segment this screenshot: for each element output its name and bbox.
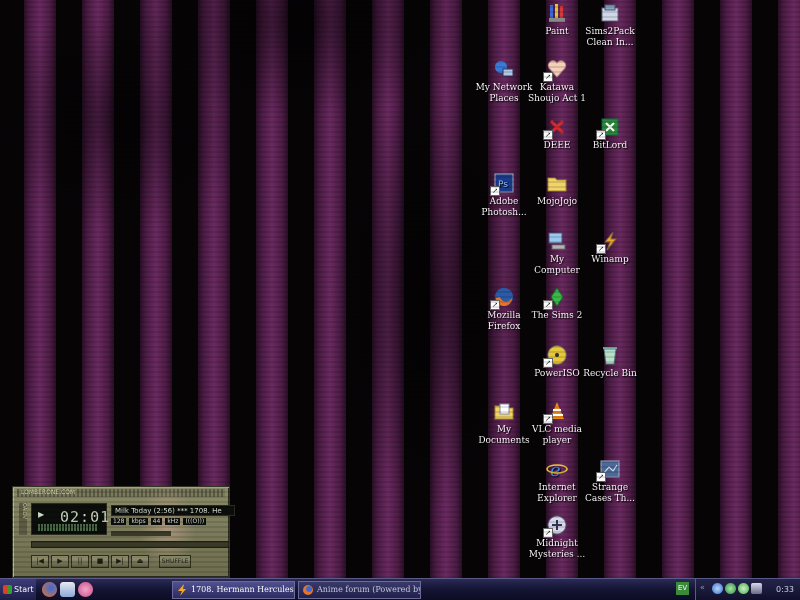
internet-explorer-icon: e bbox=[546, 458, 568, 480]
firefox-icon bbox=[303, 585, 313, 595]
desktop-icon-sims2pack[interactable]: Sims2Pack Clean In... bbox=[577, 2, 643, 49]
desktop-icon-recycle-bin[interactable]: Recycle Bin bbox=[577, 344, 643, 380]
desktop-icon-bitlord[interactable]: ↗ BitLord bbox=[577, 116, 643, 152]
winamp-song-title[interactable]: Milk Today (2:56) *** 1708. He bbox=[111, 505, 235, 516]
desktop-icon-label: Winamp bbox=[591, 255, 629, 265]
taskbar-button-firefox[interactable]: Anime forum (Powered by ... bbox=[298, 581, 421, 599]
bitlord-icon: ↗ bbox=[596, 116, 621, 140]
disc-icon: ↗ bbox=[543, 344, 568, 368]
shortcut-arrow-icon: ↗ bbox=[543, 528, 553, 538]
firefox-icon: ↗ bbox=[490, 286, 515, 310]
tray-network-icon[interactable] bbox=[712, 583, 723, 594]
shortcut-arrow-icon: ↗ bbox=[596, 244, 606, 254]
desktop-wallpaper[interactable]: My Network Places Ps ↗ Adobe Photosh... … bbox=[0, 0, 800, 578]
bitrate-value: 128 bbox=[111, 518, 127, 525]
tray-messenger-icon[interactable] bbox=[725, 583, 736, 594]
system-tray: « 0:33 bbox=[695, 579, 800, 600]
midnight-mysteries-icon: ↗ bbox=[543, 514, 568, 538]
desktop-icon-label: VLC media player bbox=[531, 425, 583, 446]
play-state-icon: ▶ bbox=[38, 510, 45, 519]
shortcut-arrow-icon: ↗ bbox=[543, 414, 553, 424]
desktop-icon-label: BitLord bbox=[592, 141, 628, 151]
pause-button[interactable]: || bbox=[71, 555, 89, 568]
sims-plumbob-icon: ↗ bbox=[543, 286, 568, 310]
start-button[interactable]: Start bbox=[0, 579, 36, 600]
windows-flag-icon bbox=[3, 585, 12, 594]
winamp-player-window[interactable]: LOMBERONE.COM OAIDV ▶ 02:01 Milk Today (… bbox=[12, 486, 235, 578]
quicklaunch-itunes-icon[interactable] bbox=[60, 582, 75, 597]
svg-text:e: e bbox=[550, 460, 561, 480]
desktop-icon-label: Sims2Pack Clean In... bbox=[585, 27, 635, 48]
winamp-side-panel: OAIDV bbox=[19, 503, 27, 535]
desktop-icon-katawa[interactable]: ↗ Katawa Shoujo Act 1 bbox=[524, 58, 590, 105]
next-button[interactable]: ▶| bbox=[111, 555, 129, 568]
shortcut-arrow-icon: ↗ bbox=[490, 300, 500, 310]
shortcut-arrow-icon: ↗ bbox=[543, 358, 553, 368]
taskbar: Start 1708. Hermann Hercules - ... Anime… bbox=[0, 578, 800, 600]
start-label: Start bbox=[14, 585, 34, 594]
deee-icon: ↗ bbox=[543, 116, 568, 140]
sims2pack-icon bbox=[599, 2, 621, 24]
shortcut-arrow-icon: ↗ bbox=[543, 300, 553, 310]
shuffle-button[interactable]: SHUFFLE bbox=[159, 555, 191, 568]
shortcut-arrow-icon: ↗ bbox=[596, 130, 606, 140]
previous-button[interactable]: |◀ bbox=[31, 555, 49, 568]
shortcut-arrow-icon: ↗ bbox=[596, 472, 606, 482]
desktop-icon-winamp[interactable]: ↗ Winamp bbox=[577, 230, 643, 266]
strange-cases-icon: ↗ bbox=[596, 458, 621, 482]
tray-users-icon[interactable] bbox=[738, 583, 749, 594]
khz-label: kHz bbox=[165, 518, 181, 525]
stop-button[interactable]: ■ bbox=[91, 555, 109, 568]
desktop-icon-vlc[interactable]: ↗ VLC media player bbox=[524, 400, 590, 447]
winamp-time-display[interactable]: ▶ 02:01 bbox=[31, 503, 109, 535]
katawa-heart-icon: ↗ bbox=[543, 58, 568, 82]
tray-bitlord-icon[interactable] bbox=[751, 583, 762, 594]
winamp-title-bar[interactable]: LOMBERONE.COM bbox=[17, 489, 225, 497]
photoshop-icon: Ps ↗ bbox=[490, 172, 515, 196]
taskbar-button-label: Anime forum (Powered by ... bbox=[317, 585, 420, 594]
visualizer[interactable] bbox=[38, 524, 98, 531]
taskbar-button-winamp[interactable]: 1708. Hermann Hercules - ... bbox=[172, 581, 295, 599]
folder-documents-icon bbox=[493, 400, 515, 422]
vlc-cone-icon: ↗ bbox=[543, 400, 568, 424]
language-indicator[interactable]: EV bbox=[676, 582, 689, 595]
desktop-icon-label: Recycle Bin bbox=[583, 369, 637, 379]
winamp-stream-info: 128 kbps 44 kHz (((O))) bbox=[111, 518, 209, 525]
paint-icon bbox=[546, 2, 568, 24]
shortcut-arrow-icon: ↗ bbox=[543, 72, 553, 82]
taskbar-clock[interactable]: 0:33 bbox=[776, 579, 794, 600]
desktop-icon-label: The Sims 2 bbox=[531, 311, 583, 321]
computer-icon bbox=[546, 230, 568, 252]
desktop-icon-mojojojo[interactable]: MojoJojo bbox=[524, 172, 590, 208]
network-places-icon bbox=[493, 58, 515, 80]
kbps-label: kbps bbox=[129, 518, 148, 525]
play-button[interactable]: ▶ bbox=[51, 555, 69, 568]
desktop-icon-label: Midnight Mysteries ... bbox=[528, 539, 586, 560]
recycle-bin-icon bbox=[599, 344, 621, 366]
quicklaunch-pidgin-icon[interactable] bbox=[78, 582, 93, 597]
seek-bar[interactable] bbox=[31, 541, 229, 548]
desktop-icon-label: Strange Cases Th... bbox=[584, 483, 636, 504]
desktop-icon-strange-cases[interactable]: ↗ Strange Cases Th... bbox=[577, 458, 643, 505]
transport-controls: |◀ ▶ || ■ ▶| ⏏ bbox=[31, 555, 149, 568]
taskbar-button-label: 1708. Hermann Hercules - ... bbox=[191, 585, 294, 594]
volume-slider[interactable] bbox=[111, 531, 171, 536]
stereo-indicator: (((O))) bbox=[183, 518, 207, 525]
desktop-icon-label: MojoJojo bbox=[536, 197, 578, 207]
desktop-icon-sims2[interactable]: ↗ The Sims 2 bbox=[524, 286, 590, 322]
folder-icon bbox=[546, 172, 568, 194]
shortcut-arrow-icon: ↗ bbox=[490, 186, 500, 196]
eject-button[interactable]: ⏏ bbox=[131, 555, 149, 568]
khz-value: 44 bbox=[150, 518, 163, 525]
desktop-icon-label: Katawa Shoujo Act 1 bbox=[528, 83, 586, 104]
tray-expand-chevron-icon[interactable]: « bbox=[700, 583, 705, 592]
winamp-bolt-icon bbox=[178, 584, 186, 596]
desktop-icon-midnight[interactable]: ↗ Midnight Mysteries ... bbox=[524, 514, 590, 561]
winamp-bolt-icon: ↗ bbox=[596, 230, 621, 254]
quicklaunch-firefox-icon[interactable] bbox=[42, 582, 57, 597]
shortcut-arrow-icon: ↗ bbox=[543, 130, 553, 140]
